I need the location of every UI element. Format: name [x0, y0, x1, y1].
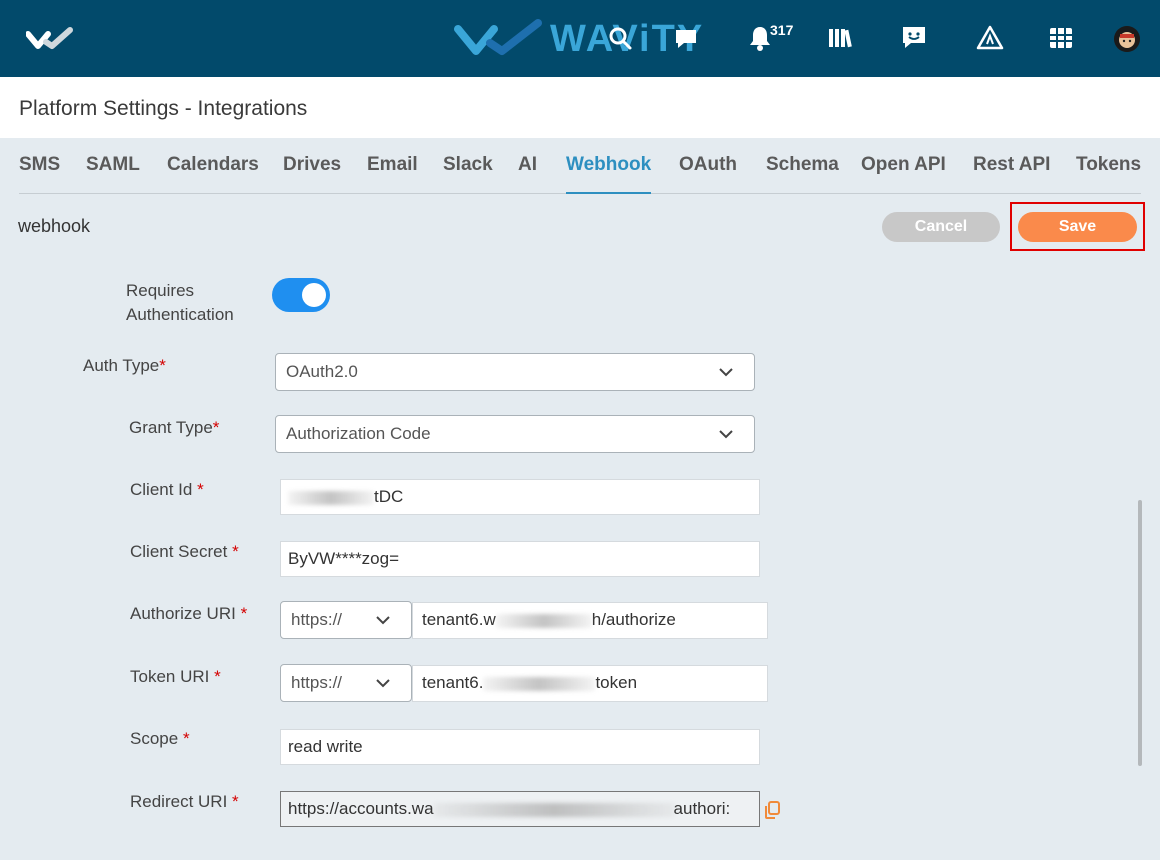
- required-mark: *: [197, 480, 204, 499]
- tab-sms[interactable]: SMS: [19, 152, 60, 194]
- token-protocol-value: https://: [291, 673, 343, 692]
- search-icon[interactable]: [606, 24, 634, 52]
- tab-open-api[interactable]: Open API: [861, 152, 946, 194]
- chevron-down-icon: [376, 616, 390, 625]
- chevron-down-icon: [719, 368, 733, 377]
- scope-value: read write: [288, 737, 363, 756]
- client-secret-label: Client Secret *: [130, 540, 239, 564]
- token-protocol-select[interactable]: https://: [280, 664, 412, 702]
- auth-type-label: Auth Type*: [83, 354, 166, 378]
- required-mark: *: [232, 542, 239, 561]
- grant-type-select[interactable]: Authorization Code: [275, 415, 755, 453]
- required-mark: *: [182, 729, 190, 748]
- redacted-text: [495, 613, 592, 628]
- required-mark: *: [214, 667, 221, 686]
- redirect-uri-suffix: authori:: [673, 799, 731, 818]
- section-label: webhook: [18, 216, 91, 236]
- client-id-label: Client Id *: [130, 478, 204, 502]
- scope-label-text: Scope: [130, 729, 179, 748]
- grant-type-label-text: Grant Type: [129, 418, 213, 437]
- required-mark: *: [159, 356, 166, 375]
- tab-oauth[interactable]: OAuth: [679, 152, 737, 194]
- top-navigation-bar: WAViTY 317: [0, 0, 1160, 77]
- chevron-down-icon: [376, 679, 390, 688]
- feedback-icon[interactable]: [900, 24, 928, 52]
- auth-type-select[interactable]: OAuth2.0: [275, 353, 755, 391]
- requires-auth-label-line2: Authentication: [126, 305, 234, 324]
- tab-ai[interactable]: AI: [518, 152, 537, 194]
- library-books-icon[interactable]: [826, 24, 854, 52]
- auth-type-label-text: Auth Type: [83, 356, 160, 375]
- tab-slack[interactable]: Slack: [443, 152, 493, 194]
- authorize-uri-label: Authorize URI *: [130, 602, 247, 626]
- auth-type-value: OAuth2.0: [286, 362, 358, 381]
- requires-auth-toggle[interactable]: [272, 278, 330, 312]
- page-title: Platform Settings - Integrations: [19, 97, 308, 120]
- integration-tabs: SMS SAML Calendars Drives Email Slack AI…: [19, 152, 1141, 194]
- scope-label: Scope *: [130, 727, 190, 751]
- requires-auth-label: Requires Authentication: [126, 279, 234, 327]
- authorize-uri-prefix: tenant6.w: [422, 610, 496, 629]
- redacted-text: [288, 490, 374, 505]
- tab-drives[interactable]: Drives: [283, 152, 341, 194]
- chat-bubble-icon[interactable]: [672, 24, 700, 52]
- authorize-uri-label-text: Authorize URI: [130, 604, 236, 623]
- tab-saml[interactable]: SAML: [86, 152, 140, 194]
- avatar-icon[interactable]: [1114, 26, 1140, 52]
- tab-email[interactable]: Email: [367, 152, 418, 194]
- grant-type-label: Grant Type*: [129, 416, 219, 440]
- token-uri-label-text: Token URI: [130, 667, 210, 686]
- cancel-button[interactable]: Cancel: [882, 212, 1000, 242]
- required-mark: *: [240, 604, 248, 623]
- redacted-text: [433, 802, 674, 817]
- client-id-visible-text: tDC: [374, 487, 404, 506]
- token-uri-suffix: token: [595, 673, 638, 692]
- token-uri-prefix: tenant6.: [422, 673, 484, 692]
- brand-logo: WAViTY: [454, 14, 704, 64]
- notification-count-badge: 317: [770, 22, 794, 38]
- vertical-scrollbar[interactable]: [1138, 500, 1142, 766]
- menu-logo-icon[interactable]: [26, 26, 76, 52]
- tab-calendars[interactable]: Calendars: [167, 152, 259, 194]
- token-uri-label: Token URI *: [130, 665, 221, 689]
- wavity-mark-icon: [454, 19, 542, 55]
- client-secret-label-text: Client Secret: [130, 542, 228, 561]
- grid-table-icon[interactable]: [1047, 24, 1075, 52]
- tab-schema[interactable]: Schema: [766, 152, 839, 194]
- tab-tokens[interactable]: Tokens: [1076, 152, 1141, 194]
- copy-icon[interactable]: [763, 800, 781, 820]
- required-mark: *: [232, 792, 239, 811]
- redacted-text: [483, 676, 596, 691]
- requires-auth-label-line1: Requires: [126, 281, 195, 300]
- authorize-uri-input[interactable]: tenant6.w h/authorize: [412, 602, 768, 639]
- page-header: Platform Settings - Integrations: [0, 77, 1160, 138]
- tab-rest-api[interactable]: Rest API: [973, 152, 1050, 194]
- required-mark: *: [212, 418, 220, 437]
- client-secret-input[interactable]: ByVW****zog=: [280, 541, 760, 577]
- redirect-uri-input[interactable]: https://accounts.wa authori:: [280, 791, 760, 827]
- tab-webhook[interactable]: Webhook: [566, 152, 652, 194]
- client-id-label-text: Client Id: [130, 480, 193, 499]
- redirect-uri-prefix: https://accounts.wa: [288, 799, 434, 818]
- authorize-protocol-select[interactable]: https://: [280, 601, 412, 639]
- redirect-uri-label-text: Redirect URI: [130, 792, 228, 811]
- toggle-knob: [302, 283, 326, 307]
- redirect-uri-label: Redirect URI *: [130, 790, 239, 814]
- warning-road-icon[interactable]: [976, 24, 1004, 52]
- client-secret-value: ByVW****zog=: [288, 549, 400, 568]
- client-id-input[interactable]: tDC: [280, 479, 760, 515]
- token-uri-input[interactable]: tenant6. token: [412, 665, 768, 702]
- authorize-uri-suffix: h/authorize: [591, 610, 676, 629]
- authorize-protocol-value: https://: [291, 610, 343, 629]
- scope-input[interactable]: read write: [280, 729, 760, 765]
- grant-type-value: Authorization Code: [286, 424, 431, 443]
- save-button[interactable]: Save: [1018, 212, 1137, 242]
- chevron-down-icon: [719, 430, 733, 439]
